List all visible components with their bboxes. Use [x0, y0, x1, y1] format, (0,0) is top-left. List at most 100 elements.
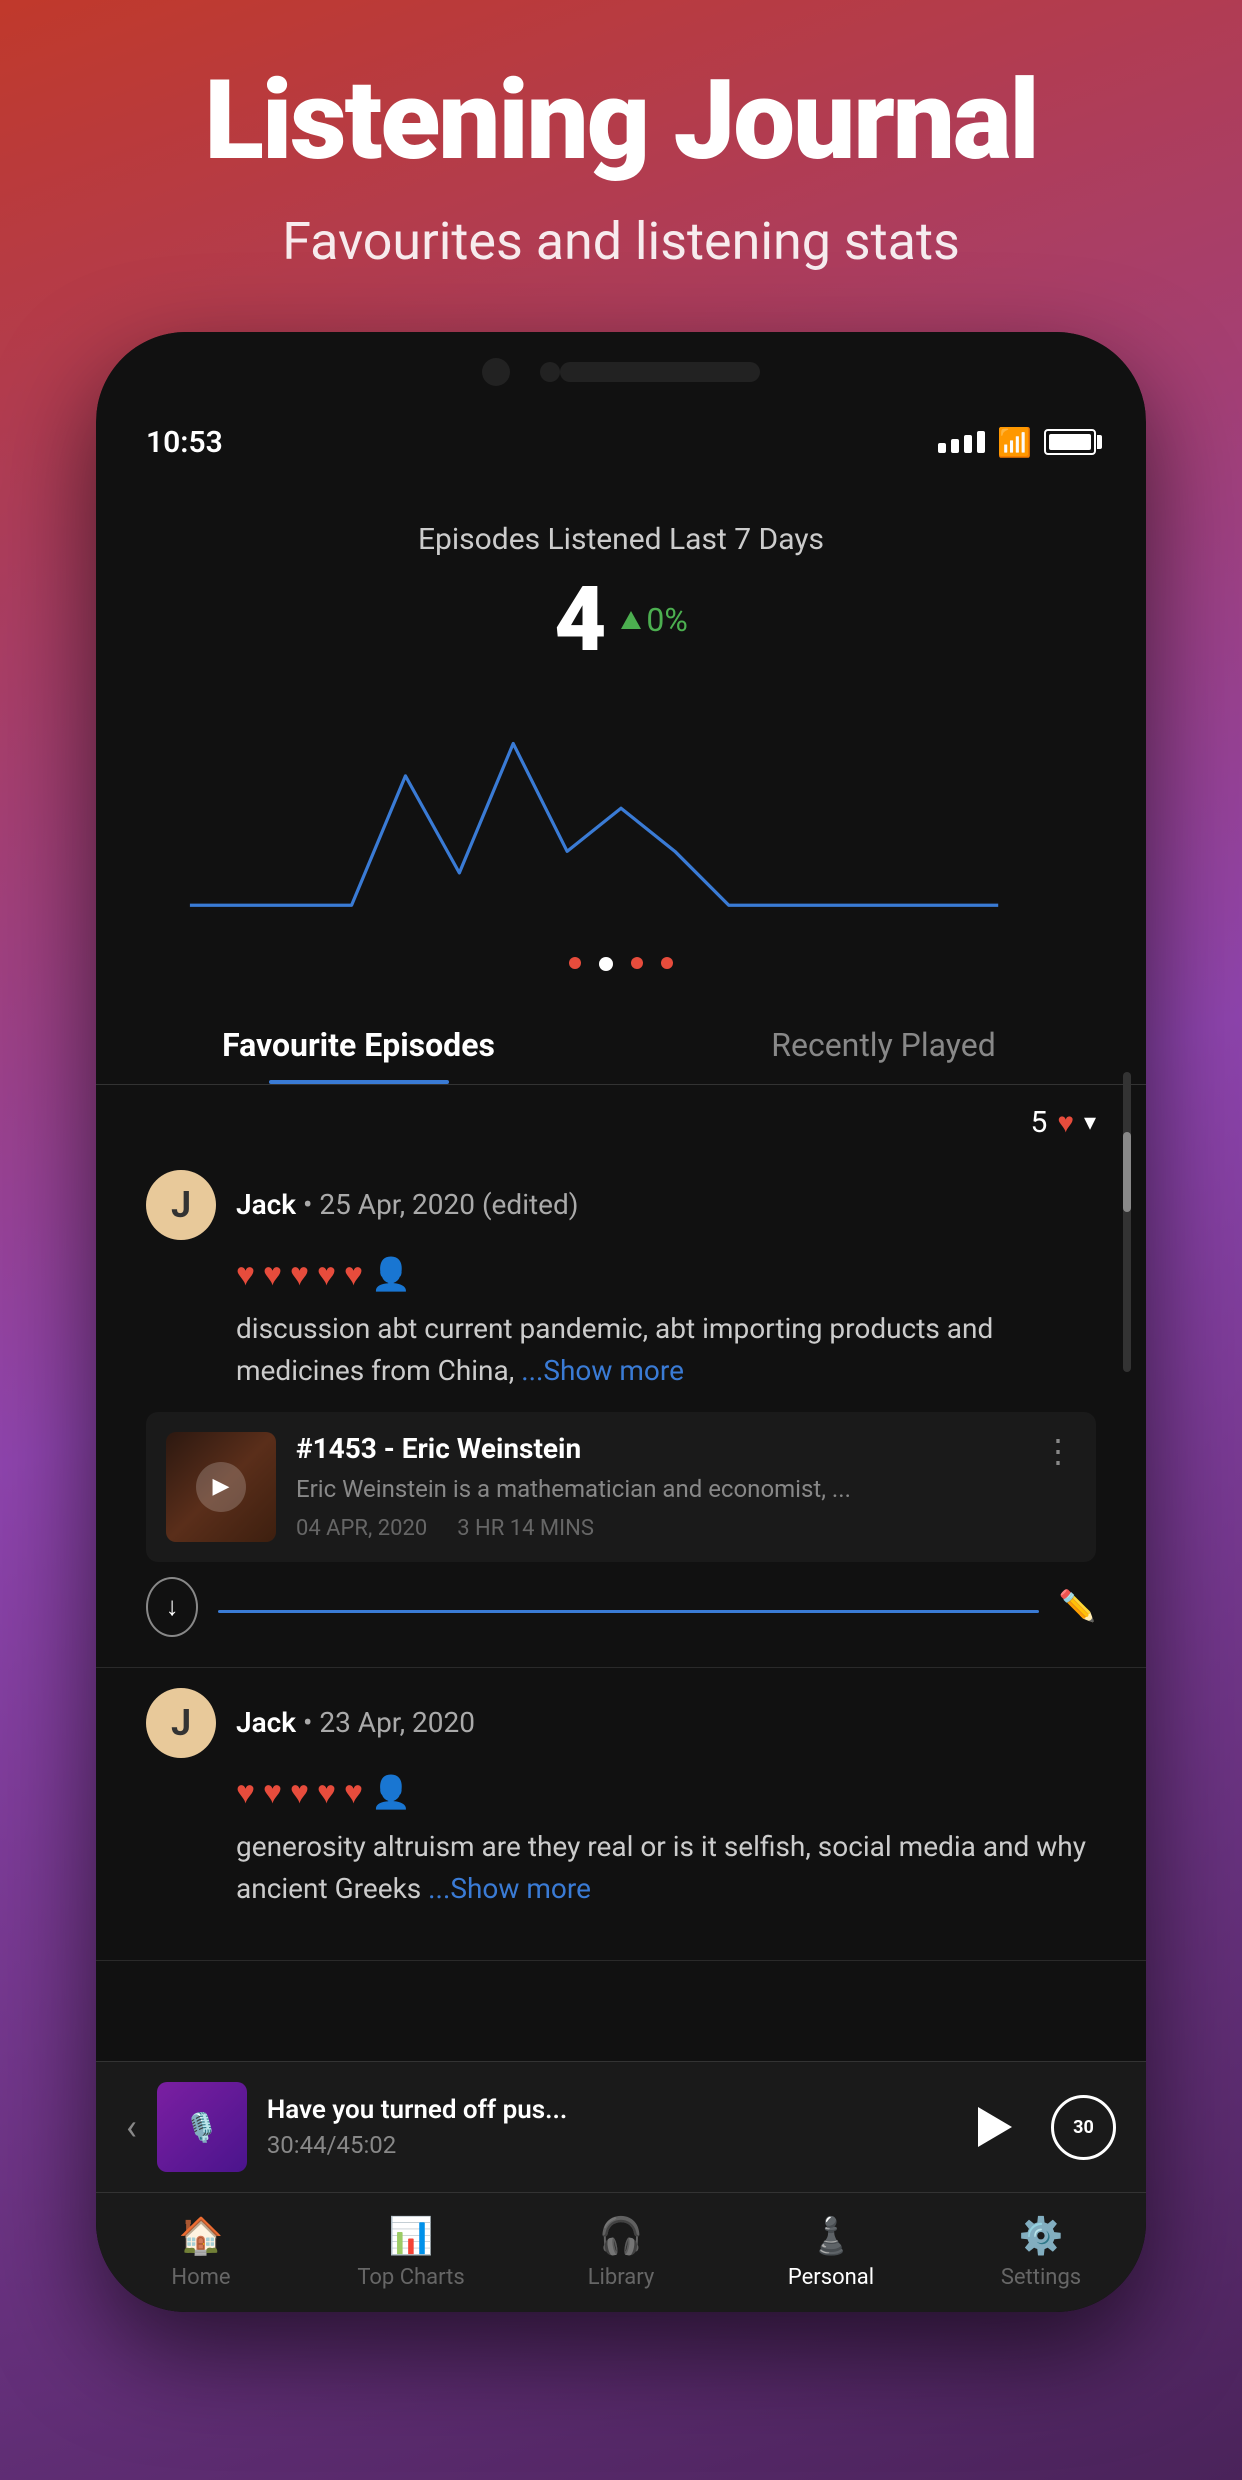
- battery-icon: [1044, 429, 1096, 455]
- ep-thumbnail-1: ▶: [166, 1432, 276, 1542]
- heart-2-2: ♥: [263, 1773, 282, 1811]
- play-pause-button[interactable]: [956, 2092, 1026, 2162]
- nav-library-label: Library: [588, 2265, 655, 2290]
- nav-personal-label: Personal: [788, 2265, 874, 2290]
- ep-meta-row-1: 04 APR, 2020 3 HR 14 MINS: [296, 1516, 1022, 1541]
- ep-duration-1: 3 HR 14 MINS: [457, 1516, 594, 1541]
- entry-1-header: J Jack • 25 Apr, 2020 (edited): [146, 1170, 1096, 1240]
- episode-entry-1: J Jack • 25 Apr, 2020 (edited) ♥ ♥ ♥ ♥ ♥…: [96, 1150, 1146, 1668]
- library-icon: 🎧: [599, 2215, 644, 2257]
- edit-button-1[interactable]: ✏️: [1059, 1589, 1096, 1624]
- status-bar: 10:53 📶: [96, 412, 1146, 472]
- heart-1: ♥: [236, 1255, 255, 1293]
- entry-2-note: generosity altruism are they real or is …: [236, 1826, 1096, 1910]
- signal-icon: [938, 431, 985, 453]
- nav-top-charts[interactable]: 📊 Top Charts: [306, 2215, 516, 2290]
- entry-2-header: J Jack • 23 Apr, 2020: [146, 1688, 1096, 1758]
- download-button-1[interactable]: ↓: [146, 1577, 198, 1637]
- hearts-row-2: ♥ ♥ ♥ ♥ ♥ 👤: [236, 1773, 1096, 1811]
- stats-count: 4: [554, 567, 606, 672]
- player-controls: 30: [956, 2092, 1116, 2162]
- heart-2-5: ♥: [344, 1773, 363, 1811]
- home-icon: 🏠: [179, 2215, 224, 2257]
- entry-2-meta: Jack • 23 Apr, 2020: [236, 1706, 475, 1739]
- page-subtitle: Favourites and listening stats: [40, 211, 1202, 272]
- heart-2-4: ♥: [317, 1773, 336, 1811]
- status-right-icons: 📶: [938, 426, 1096, 459]
- bottom-nav: 🏠 Home 📊 Top Charts 🎧 Library ♟️ Persona…: [96, 2192, 1146, 2312]
- nav-home-label: Home: [171, 2265, 230, 2290]
- tab-favourite-episodes[interactable]: Favourite Episodes: [96, 1001, 621, 1084]
- nav-settings-label: Settings: [1001, 2265, 1081, 2290]
- heart-filter-icon[interactable]: ♥: [1057, 1106, 1074, 1139]
- personal-icon: ♟️: [809, 2215, 854, 2257]
- phone-notch: [96, 332, 1146, 412]
- show-more-link-2[interactable]: ...Show more: [428, 1872, 591, 1905]
- user-icon-1: 👤: [371, 1255, 411, 1293]
- stats-number-row: 4 0%: [156, 567, 1086, 672]
- filter-row: 5 ♥ ▾: [96, 1085, 1146, 1150]
- user-icon-2: 👤: [371, 1773, 411, 1811]
- filter-count: 5: [1030, 1105, 1047, 1140]
- hearts-row-1: ♥ ♥ ♥ ♥ ♥ 👤: [236, 1255, 1096, 1293]
- arrow-up-icon: [621, 611, 641, 629]
- heart-2: ♥: [263, 1255, 282, 1293]
- page-header: Listening Journal Favourites and listeni…: [0, 0, 1242, 292]
- chart-dot-4[interactable]: [661, 957, 673, 969]
- show-more-link-1[interactable]: ...Show more: [521, 1354, 684, 1387]
- player-thumbnail: 🎙️: [157, 2082, 247, 2172]
- chart-svg: [136, 722, 1106, 938]
- wifi-icon: 📶: [997, 426, 1032, 459]
- stats-section: Episodes Listened Last 7 Days 4 0%: [96, 472, 1146, 722]
- heart-3: ♥: [290, 1255, 309, 1293]
- chart-dot-2[interactable]: [599, 957, 613, 971]
- notch-dot: [540, 362, 560, 382]
- play-triangle-icon: [978, 2107, 1012, 2147]
- chart-dot-3[interactable]: [631, 957, 643, 969]
- chevron-down-icon[interactable]: ▾: [1084, 1108, 1096, 1136]
- stats-label: Episodes Listened Last 7 Days: [156, 522, 1086, 557]
- heart-4: ♥: [317, 1255, 336, 1293]
- three-dots-icon-1[interactable]: ⋮: [1042, 1432, 1076, 1470]
- bottom-player[interactable]: ‹ 🎙️ Have you turned off pus... 30:44/45…: [96, 2061, 1146, 2192]
- player-title: Have you turned off pus...: [267, 2095, 936, 2125]
- chart-dot-1[interactable]: [569, 957, 581, 969]
- page-title: Listening Journal: [40, 60, 1202, 181]
- ep-info-1: #1453 - Eric Weinstein Eric Weinstein is…: [296, 1432, 1022, 1542]
- ep-bottom-row-1: ↓ ✏️: [146, 1577, 1096, 1637]
- tabs-row: Favourite Episodes Recently Played: [96, 1001, 1146, 1085]
- ep-title-1: #1453 - Eric Weinstein: [296, 1432, 1022, 1465]
- chart-dots-row: [136, 957, 1106, 971]
- player-info: Have you turned off pus... 30:44/45:02: [267, 2095, 936, 2159]
- skip-forward-button[interactable]: 30: [1051, 2095, 1116, 2160]
- player-time: 30:44/45:02: [267, 2131, 936, 2159]
- heart-2-3: ♥: [290, 1773, 309, 1811]
- nav-personal[interactable]: ♟️ Personal: [726, 2215, 936, 2290]
- time-display: 10:53: [146, 425, 223, 460]
- speaker-bar: [560, 362, 760, 382]
- heart-2-1: ♥: [236, 1773, 255, 1811]
- play-circle-icon: ▶: [196, 1462, 246, 1512]
- nav-library[interactable]: 🎧 Library: [516, 2215, 726, 2290]
- nav-settings[interactable]: ⚙️ Settings: [936, 2215, 1146, 2290]
- player-back-icon[interactable]: ‹: [126, 2106, 137, 2148]
- nav-home[interactable]: 🏠 Home: [96, 2215, 306, 2290]
- top-charts-icon: 📊: [389, 2215, 434, 2257]
- episode-card-1[interactable]: ▶ #1453 - Eric Weinstein Eric Weinstein …: [146, 1412, 1096, 1562]
- scrollbar-thumb[interactable]: [1123, 1132, 1131, 1212]
- ep-progress-1: [218, 1610, 1038, 1613]
- camera-dot-left: [482, 358, 510, 386]
- phone-frame: 10:53 📶 Episodes Listened Last 7 Days 4: [96, 332, 1146, 2312]
- entry-1-meta: Jack • 25 Apr, 2020 (edited): [236, 1188, 579, 1221]
- skip-label: 30: [1073, 2117, 1094, 2138]
- ep-desc-1: Eric Weinstein is a mathematician and ec…: [296, 1473, 1022, 1507]
- episode-entry-2: J Jack • 23 Apr, 2020 ♥ ♥ ♥ ♥ ♥ 👤: [96, 1668, 1146, 1961]
- heart-5: ♥: [344, 1255, 363, 1293]
- avatar-jack-2: J: [146, 1688, 216, 1758]
- stats-change-row: 0%: [621, 601, 687, 639]
- stats-change-value: 0%: [646, 601, 687, 639]
- tab-recently-played[interactable]: Recently Played: [621, 1001, 1146, 1084]
- avatar-jack-1: J: [146, 1170, 216, 1240]
- settings-icon: ⚙️: [1019, 2215, 1064, 2257]
- ep-actions-1: ⋮: [1042, 1432, 1076, 1470]
